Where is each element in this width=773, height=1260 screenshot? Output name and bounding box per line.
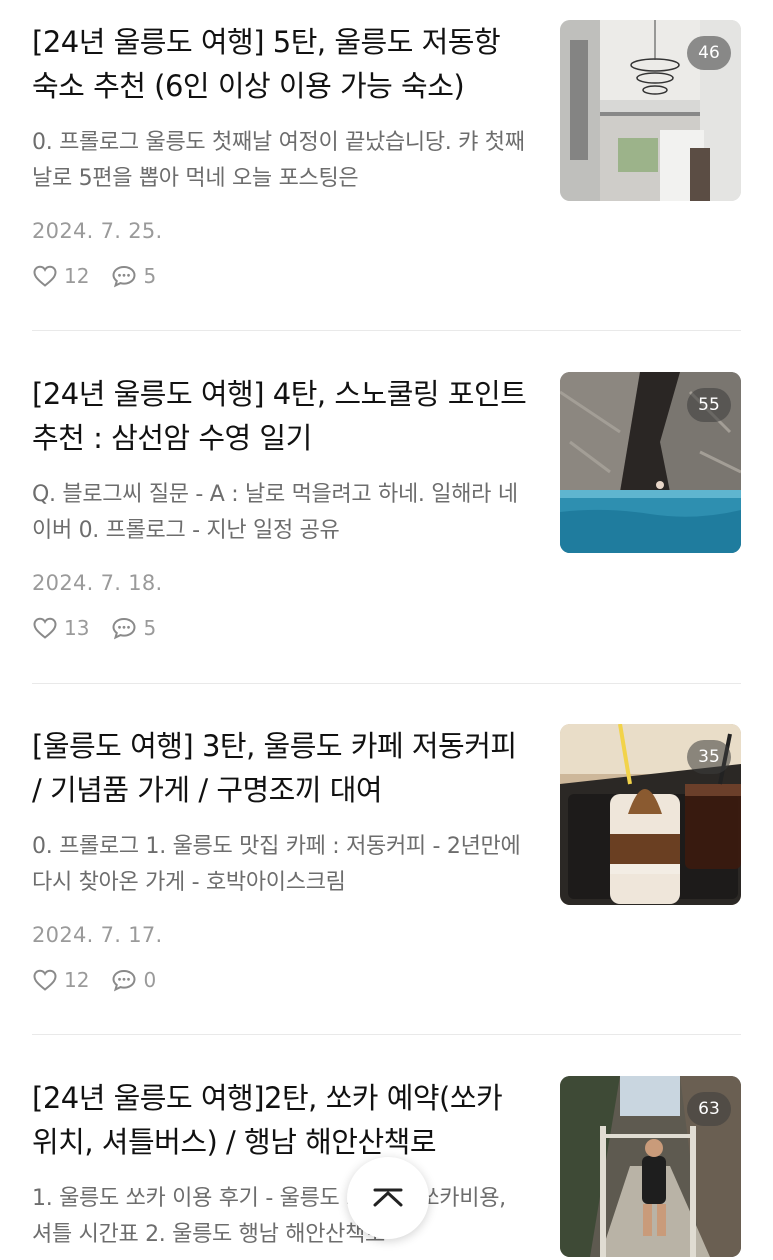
divider (32, 683, 741, 684)
photo-count-badge: 46 (687, 36, 731, 70)
post-date: 2024. 7. 18. (32, 571, 163, 595)
post-thumbnail[interactable]: 63 (560, 1076, 741, 1257)
comment-count: 5 (143, 264, 157, 288)
comment-stat[interactable]: 5 (111, 616, 156, 640)
post-thumbnail[interactable]: 35 (560, 724, 741, 905)
speech-bubble-icon (112, 969, 136, 992)
post-stats: 12 5 (32, 261, 532, 291)
post-stats: 12 0 (32, 965, 532, 995)
comment-count: 0 (143, 968, 157, 992)
photo-count-badge: 55 (687, 388, 731, 422)
post-text: [울릉도 여행] 3탄, 울릉도 카페 저동커피 / 기념품 가게 / 구명조끼… (32, 724, 532, 995)
like-stat[interactable]: 12 (32, 264, 89, 288)
post-title[interactable]: [24년 울릉도 여행]2탄, 쏘카 예약(쏘카 위치, 셔틀버스) / 행남 … (32, 1076, 532, 1164)
scroll-top-button[interactable] (347, 1157, 429, 1239)
post-item[interactable]: [울릉도 여행] 3탄, 울릉도 카페 저동커피 / 기념품 가게 / 구명조끼… (32, 724, 741, 1014)
post-item[interactable]: [24년 울릉도 여행] 5탄, 울릉도 저동항 숙소 추천 (6인 이상 이용… (32, 20, 741, 310)
post-excerpt[interactable]: 0. 프롤로그 울릉도 첫째날 여정이 끝났습니당. 캬 첫째날로 5편을 뽑아… (32, 125, 532, 197)
comment-stat[interactable]: 0 (111, 968, 156, 992)
like-stat[interactable]: 13 (32, 616, 89, 640)
post-thumbnail[interactable]: 46 (560, 20, 741, 201)
post-excerpt[interactable]: Q. 블로그씨 질문 - A : 날로 먹을려고 하네. 일해라 네이버 0. … (32, 477, 532, 549)
like-count: 12 (64, 264, 90, 288)
speech-bubble-icon (112, 265, 136, 288)
photo-count-badge: 35 (687, 740, 731, 774)
like-stat[interactable]: 12 (32, 968, 89, 992)
post-stats: 13 5 (32, 613, 532, 643)
comment-stat[interactable]: 5 (111, 264, 156, 288)
chevron-up-icon (373, 1188, 403, 1207)
speech-bubble-icon (112, 617, 136, 640)
post-excerpt[interactable]: 1. 울릉도 쏘카 이용 후기 - 울릉도 쏘카존, 쏘카비용, 셔틀 시간표 … (32, 1181, 532, 1253)
post-thumbnail[interactable]: 55 (560, 372, 741, 553)
post-title[interactable]: [24년 울릉도 여행] 4탄, 스노쿨링 포인트 추천 : 삼선암 수영 일기 (32, 372, 532, 460)
post-excerpt[interactable]: 0. 프롤로그 1. 울릉도 맛집 카페 : 저동커피 - 2년만에 다시 찾아… (32, 829, 532, 901)
post-text: [24년 울릉도 여행]2탄, 쏘카 예약(쏘카 위치, 셔틀버스) / 행남 … (32, 1076, 532, 1253)
post-text: [24년 울릉도 여행] 5탄, 울릉도 저동항 숙소 추천 (6인 이상 이용… (32, 20, 532, 291)
post-title[interactable]: [24년 울릉도 여행] 5탄, 울릉도 저동항 숙소 추천 (6인 이상 이용… (32, 20, 532, 108)
post-date: 2024. 7. 25. (32, 219, 163, 243)
heart-outline-icon (33, 969, 57, 991)
photo-count-badge: 63 (687, 1092, 731, 1126)
post-text: [24년 울릉도 여행] 4탄, 스노쿨링 포인트 추천 : 삼선암 수영 일기… (32, 372, 532, 643)
divider (32, 1034, 741, 1035)
heart-outline-icon (33, 617, 57, 639)
heart-outline-icon (33, 265, 57, 287)
like-count: 12 (64, 968, 90, 992)
post-date: 2024. 7. 17. (32, 923, 163, 947)
divider (32, 330, 741, 331)
comment-count: 5 (143, 616, 157, 640)
post-title[interactable]: [울릉도 여행] 3탄, 울릉도 카페 저동커피 / 기념품 가게 / 구명조끼… (32, 724, 532, 812)
post-item[interactable]: [24년 울릉도 여행] 4탄, 스노쿨링 포인트 추천 : 삼선암 수영 일기… (32, 372, 741, 662)
like-count: 13 (64, 616, 90, 640)
